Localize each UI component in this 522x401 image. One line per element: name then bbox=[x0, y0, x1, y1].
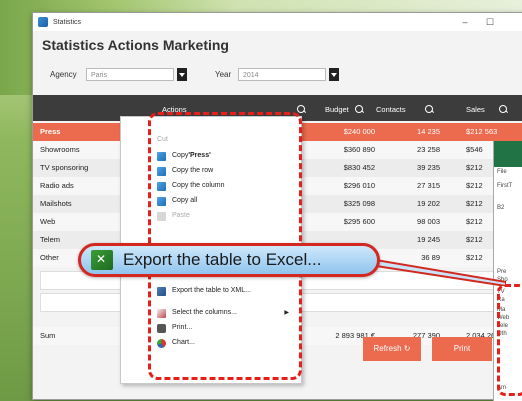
cell-sales: $212 bbox=[466, 163, 483, 172]
cell-action: TV sponsoring bbox=[40, 163, 89, 172]
excel-ribbon bbox=[494, 141, 522, 167]
app-icon bbox=[38, 17, 48, 27]
cell-action: Telem bbox=[40, 235, 61, 244]
cell-sales: $212 bbox=[466, 235, 483, 244]
cell-contacts: 19 202 bbox=[417, 199, 440, 208]
cell-sales: $212 bbox=[466, 199, 483, 208]
cell-contacts: 14 235 bbox=[417, 127, 440, 136]
cell-contacts: 27 315 bbox=[417, 181, 440, 190]
cell-budget: $295 600 bbox=[343, 217, 375, 226]
cell-budget: $830 452 bbox=[343, 163, 375, 172]
cell-budget: $296 010 bbox=[343, 181, 375, 190]
column-header-budget[interactable]: Budget bbox=[325, 95, 349, 121]
year-label: Year bbox=[215, 70, 232, 79]
cell-sales: $212 bbox=[466, 217, 483, 226]
cell-sales: $212 563 bbox=[466, 127, 498, 136]
page-title: Statistics Actions Marketing bbox=[42, 37, 229, 53]
minimize-button[interactable]: – bbox=[458, 15, 472, 29]
column-header-contacts[interactable]: Contacts bbox=[376, 95, 406, 121]
window-title: Statistics bbox=[53, 18, 82, 26]
export-excel-callout[interactable]: Export the table to Excel... bbox=[78, 243, 380, 277]
print-button[interactable]: Print bbox=[432, 337, 492, 361]
year-select[interactable]: 2014 bbox=[238, 68, 326, 81]
excel-cell-ref: B2 bbox=[497, 205, 505, 211]
refresh-label: Refresh bbox=[373, 344, 402, 353]
search-icon[interactable] bbox=[425, 105, 433, 113]
cell-action: Mailshots bbox=[40, 199, 72, 208]
column-header-sales[interactable]: Sales bbox=[466, 95, 485, 121]
search-icon[interactable] bbox=[499, 105, 507, 113]
cell-action: Radio ads bbox=[40, 181, 74, 190]
excel-icon bbox=[91, 250, 113, 270]
refresh-button[interactable]: Refresh ↻ bbox=[363, 337, 421, 361]
maximize-button[interactable]: ☐ bbox=[483, 15, 497, 29]
callout-label: Export the table to Excel... bbox=[123, 250, 322, 269]
excel-first-label: FirstT bbox=[497, 183, 513, 189]
cell-contacts: 23 258 bbox=[417, 145, 440, 154]
cell-sales: $212 bbox=[466, 181, 483, 190]
agency-label: Agency bbox=[50, 70, 77, 79]
cell-action: Other bbox=[40, 253, 59, 262]
agency-dropdown-button[interactable] bbox=[177, 68, 187, 81]
sum-label: Sum bbox=[40, 331, 56, 340]
cell-contacts: 98 003 bbox=[417, 217, 440, 226]
cell-action: Showrooms bbox=[40, 145, 80, 154]
excel-highlight bbox=[497, 284, 522, 396]
cell-action: Press bbox=[40, 127, 61, 136]
cell-sales: $546 bbox=[466, 145, 483, 154]
cell-budget: $240 000 bbox=[343, 127, 375, 136]
refresh-icon: ↻ bbox=[403, 344, 411, 353]
agency-select[interactable]: Paris bbox=[86, 68, 174, 81]
cell-action: Web bbox=[40, 217, 56, 226]
cell-budget: $325 098 bbox=[343, 199, 375, 208]
search-icon[interactable] bbox=[297, 105, 305, 113]
excel-file-tab[interactable]: File bbox=[497, 169, 507, 175]
year-dropdown-button[interactable] bbox=[329, 68, 339, 81]
cell-contacts: 19 245 bbox=[417, 235, 440, 244]
cell-budget: $360 890 bbox=[343, 145, 375, 154]
title-bar: Statistics – ☐ bbox=[33, 13, 522, 31]
cell-contacts: 39 235 bbox=[417, 163, 440, 172]
callout-pointer bbox=[376, 258, 506, 286]
search-icon[interactable] bbox=[355, 105, 363, 113]
